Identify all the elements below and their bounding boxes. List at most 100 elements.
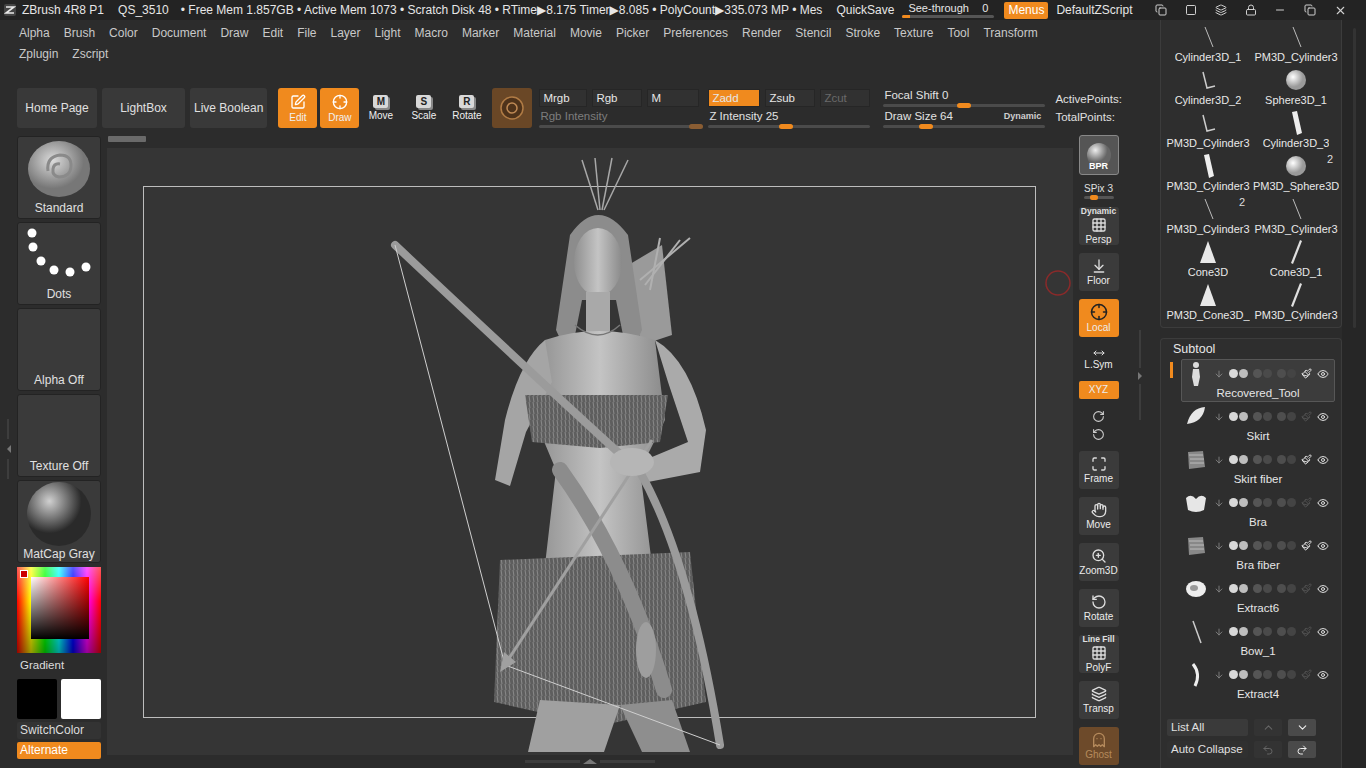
menu-item[interactable]: Zplugin bbox=[12, 47, 65, 61]
mode-button[interactable]: Edit bbox=[278, 88, 317, 128]
tool-item[interactable]: Cone3D bbox=[1165, 237, 1251, 280]
switch-color-button[interactable]: SwitchColor bbox=[17, 722, 101, 739]
draw-size-slider-track[interactable] bbox=[883, 125, 1045, 128]
bpr-button[interactable]: BPR bbox=[1079, 135, 1119, 175]
z-mode-button[interactable]: Zsub bbox=[765, 89, 815, 107]
merge-dots-icon[interactable] bbox=[1229, 584, 1248, 593]
tool-item[interactable]: PM3D_Cylinder32 bbox=[1165, 194, 1251, 237]
right-tray-handle[interactable] bbox=[1120, 130, 1160, 768]
nav-button[interactable]: Home Page bbox=[17, 88, 97, 128]
menu-item[interactable]: Movie bbox=[563, 26, 609, 40]
quicksave-button[interactable]: QuickSave bbox=[836, 3, 894, 17]
texture-tile[interactable]: Texture Off bbox=[17, 394, 101, 477]
visibility-icon[interactable] bbox=[1317, 454, 1329, 466]
polypaint-icon[interactable] bbox=[1301, 454, 1312, 465]
move-down-icon[interactable] bbox=[1214, 541, 1224, 551]
move-down-icon[interactable] bbox=[1214, 369, 1224, 379]
subtool-item[interactable]: Extract4 bbox=[1181, 660, 1335, 703]
menu-item[interactable]: Draw bbox=[213, 26, 255, 40]
focal-shift-slider[interactable]: Focal Shift 0 bbox=[883, 89, 1045, 107]
tool-item[interactable]: PM3D_Cylinder3 bbox=[1253, 194, 1339, 237]
visibility-icon[interactable] bbox=[1317, 669, 1329, 681]
list-all-button[interactable]: List All bbox=[1167, 719, 1248, 736]
visibility-icon[interactable] bbox=[1317, 540, 1329, 552]
alpha-tile[interactable]: Alpha Off bbox=[17, 308, 101, 391]
menu-item[interactable]: Stencil bbox=[788, 26, 838, 40]
subtool-item[interactable]: Skirt bbox=[1181, 402, 1335, 445]
dynamic-dots-icon[interactable] bbox=[1253, 498, 1272, 507]
z-mode-button[interactable]: Zadd bbox=[708, 89, 760, 107]
tray-icon[interactable] bbox=[1185, 4, 1197, 16]
rgb-intensity-slider-knob[interactable] bbox=[689, 124, 703, 129]
move-button[interactable]: Move bbox=[1079, 497, 1119, 535]
default-zscript-button[interactable]: DefaultZScript bbox=[1056, 3, 1132, 17]
redo-order-button[interactable] bbox=[1288, 741, 1316, 758]
rgb-intensity-slider-track[interactable] bbox=[539, 125, 702, 128]
menu-item[interactable]: Zscript bbox=[65, 47, 115, 61]
z-intensity-slider[interactable]: Z Intensity 25 bbox=[708, 110, 870, 128]
tool-item[interactable]: Sphere3D_1 bbox=[1253, 65, 1339, 108]
menu-item[interactable]: Transform bbox=[976, 26, 1044, 40]
saturation-square[interactable] bbox=[31, 577, 89, 639]
polypaint-icon[interactable] bbox=[1301, 626, 1312, 637]
floor-button[interactable]: Floor bbox=[1079, 253, 1119, 291]
l-sym-button[interactable]: L.Sym bbox=[1079, 345, 1119, 373]
menu-item[interactable]: Material bbox=[506, 26, 563, 40]
mode-button[interactable]: MMove bbox=[359, 88, 402, 128]
tool-item[interactable]: PM3D_Cylinder3 bbox=[1165, 151, 1251, 194]
mode-button[interactable]: RRotate bbox=[445, 88, 488, 128]
transp-button[interactable]: Transp bbox=[1079, 681, 1119, 719]
polypaint-icon[interactable] bbox=[1301, 368, 1312, 379]
close-icon[interactable] bbox=[1334, 4, 1347, 17]
subtool-item[interactable]: Bow_1 bbox=[1181, 617, 1335, 660]
menu-item[interactable]: Document bbox=[145, 26, 214, 40]
spix-slider[interactable]: SPix 3 bbox=[1079, 183, 1119, 199]
polypaint-icon[interactable] bbox=[1301, 411, 1312, 422]
focal-shift-slider-knob[interactable] bbox=[957, 103, 971, 108]
tool-item[interactable]: PM3D_Cone3D_ bbox=[1165, 280, 1251, 323]
gradient-toggle[interactable]: Gradient bbox=[17, 658, 101, 672]
visibility-icon[interactable] bbox=[1317, 626, 1329, 638]
tool-item[interactable]: Cylinder3D_1 bbox=[1165, 22, 1251, 65]
move-down-icon[interactable] bbox=[1214, 584, 1224, 594]
live-dots-icon[interactable] bbox=[1277, 670, 1296, 679]
merge-dots-icon[interactable] bbox=[1229, 412, 1248, 421]
menus-toggle[interactable]: Menus bbox=[1004, 2, 1048, 19]
material-button[interactable] bbox=[492, 88, 532, 128]
persp-button[interactable]: DynamicPersp bbox=[1079, 207, 1119, 245]
visibility-icon[interactable] bbox=[1317, 411, 1329, 423]
tool-item[interactable]: PM3D_Cylinder3 bbox=[1165, 108, 1251, 151]
menu-item[interactable]: Color bbox=[102, 26, 145, 40]
main-color-swatch[interactable] bbox=[17, 679, 57, 719]
subtool-item[interactable]: Bra fiber bbox=[1181, 531, 1335, 574]
live-dots-icon[interactable] bbox=[1277, 541, 1296, 550]
polyf-button[interactable]: Line FillPolyF bbox=[1079, 635, 1119, 673]
tool-item[interactable]: Cone3D_1 bbox=[1253, 237, 1339, 280]
move-down-icon[interactable] bbox=[1214, 670, 1224, 680]
undo-order-button[interactable] bbox=[1254, 741, 1282, 758]
rotate-z-icon[interactable] bbox=[1092, 428, 1105, 441]
move-down-icon[interactable] bbox=[1214, 627, 1224, 637]
live-dots-icon[interactable] bbox=[1277, 369, 1296, 378]
merge-dots-icon[interactable] bbox=[1229, 670, 1248, 679]
bottom-tray-handle-icon[interactable] bbox=[525, 758, 655, 766]
live-dots-icon[interactable] bbox=[1277, 627, 1296, 636]
brush-tile[interactable]: Standard bbox=[17, 136, 101, 219]
menu-item[interactable]: Brush bbox=[57, 26, 102, 40]
channel-button[interactable]: Rgb bbox=[592, 89, 642, 107]
move-down-icon[interactable] bbox=[1214, 455, 1224, 465]
merge-dots-icon[interactable] bbox=[1229, 541, 1248, 550]
mode-button[interactable]: Draw bbox=[320, 88, 359, 128]
menu-item[interactable]: Tool bbox=[940, 26, 976, 40]
subtool-item[interactable]: Skirt fiber bbox=[1181, 445, 1335, 488]
local-button[interactable]: Local bbox=[1079, 299, 1119, 337]
z-intensity-slider-track[interactable] bbox=[708, 125, 870, 128]
panel-scrollbar[interactable] bbox=[1342, 20, 1366, 768]
visibility-icon[interactable] bbox=[1317, 583, 1329, 595]
auto-collapse-button[interactable]: Auto Collapse bbox=[1167, 741, 1248, 758]
menu-item[interactable]: Layer bbox=[324, 26, 368, 40]
nav-button[interactable]: LightBox bbox=[102, 88, 185, 128]
draw-size-slider-knob[interactable] bbox=[919, 124, 933, 129]
merge-dots-icon[interactable] bbox=[1229, 498, 1248, 507]
subtool-item[interactable]: Extract6 bbox=[1181, 574, 1335, 617]
